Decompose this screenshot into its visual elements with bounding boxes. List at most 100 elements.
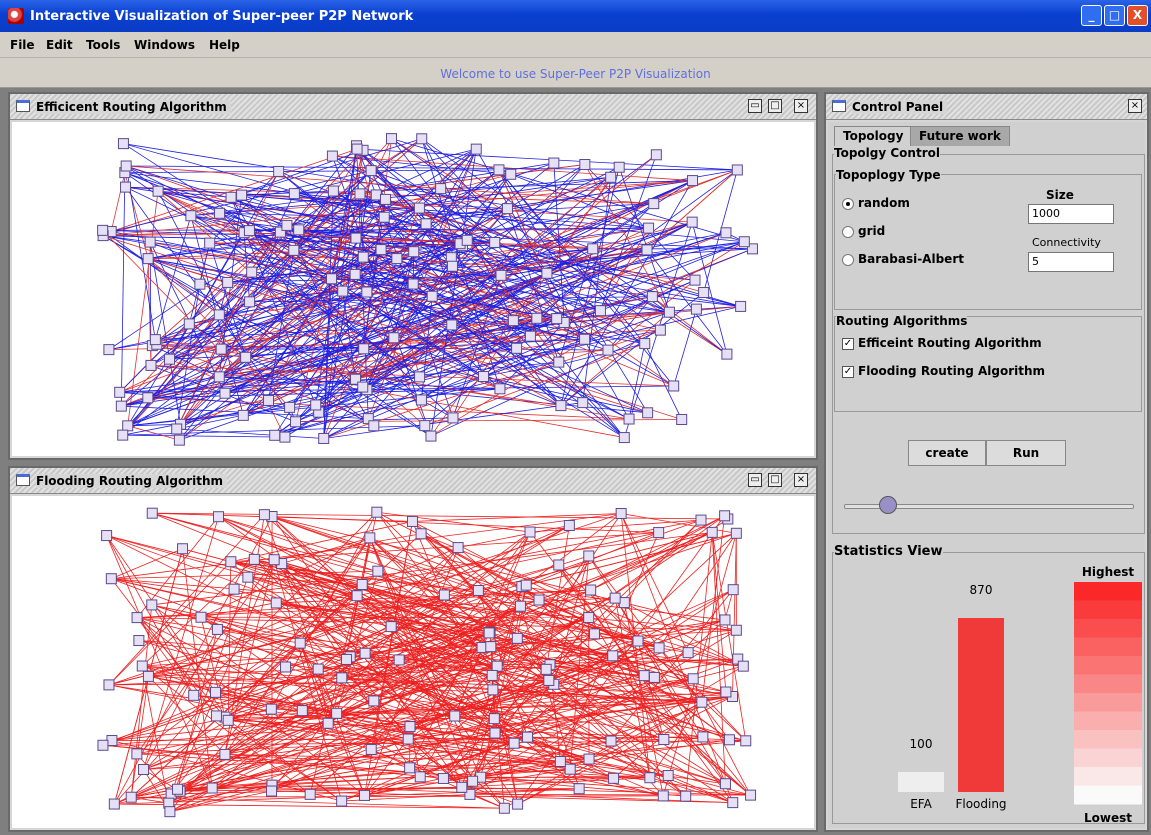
graph-node: [206, 782, 218, 794]
graph-node: [336, 795, 348, 807]
stat-bar-flooding: [958, 618, 1004, 792]
graph-node: [495, 269, 507, 281]
graph-node: [723, 734, 735, 746]
flooding-routing-frame[interactable]: Flooding Routing Algorithm ▭ □ ×: [8, 466, 818, 832]
flooding-routing-checkbox[interactable]: ✓: [842, 366, 854, 378]
menu-help[interactable]: Help: [209, 38, 240, 52]
statistics-view-title: Statistics View: [834, 544, 943, 559]
efficient-routing-checkbox[interactable]: ✓: [842, 338, 854, 350]
graph-node: [467, 775, 479, 787]
minimize-icon[interactable]: ▭: [748, 473, 762, 487]
graph-node: [696, 696, 708, 708]
graph-edge: [272, 516, 659, 533]
graph-node: [447, 412, 459, 424]
close-icon[interactable]: X: [1127, 5, 1148, 26]
graph-node: [402, 733, 414, 745]
welcome-message: Welcome to use Super-Peer P2P Visualizat…: [440, 67, 711, 81]
topology-control-label: Topolgy Control: [834, 146, 940, 160]
graph-node: [194, 278, 206, 290]
efficient-graph-canvas[interactable]: [12, 122, 814, 456]
speed-slider-thumb[interactable]: [878, 496, 897, 514]
graph-node: [654, 324, 666, 336]
graph-node: [607, 650, 619, 662]
radio-grid[interactable]: [842, 226, 854, 238]
tab-topology[interactable]: Topology: [834, 126, 913, 146]
graph-node: [388, 332, 400, 344]
graph-node: [142, 253, 154, 265]
flooding-graph-canvas[interactable]: [12, 496, 814, 828]
efficient-routing-frame[interactable]: Efficicent Routing Algorithm ▭ □ ×: [8, 92, 818, 460]
graph-node: [361, 286, 373, 298]
graph-node: [437, 772, 449, 784]
graph-node: [103, 679, 115, 691]
tab-future-work[interactable]: Future work: [910, 126, 1010, 146]
control-panel-frame[interactable]: Control Panel × Topology Future work Top…: [824, 92, 1149, 832]
graph-node: [730, 624, 742, 636]
graph-node: [687, 175, 699, 187]
efficient-frame-title-bar[interactable]: Efficicent Routing Algorithm ▭ □ ×: [10, 94, 816, 120]
graph-node: [210, 686, 222, 698]
radio-random[interactable]: [842, 198, 854, 210]
menu-tools[interactable]: Tools: [86, 38, 120, 52]
menu-edit[interactable]: Edit: [46, 38, 73, 52]
minimize-icon[interactable]: _: [1081, 5, 1102, 26]
graph-node: [498, 802, 510, 814]
flooding-frame-title-bar[interactable]: Flooding Routing Algorithm ▭ □ ×: [10, 468, 816, 494]
legend-swatch: [1074, 693, 1142, 712]
graph-node: [142, 670, 154, 682]
graph-node: [258, 509, 270, 521]
graph-node: [375, 244, 387, 256]
control-panel-title-bar[interactable]: Control Panel ×: [826, 94, 1147, 120]
graph-node: [573, 783, 585, 795]
graph-node: [364, 532, 376, 544]
graph-node: [358, 343, 370, 355]
graph-node: [404, 721, 416, 733]
menu-windows[interactable]: Windows: [134, 38, 195, 52]
flooding-network-graph: [97, 506, 757, 818]
graph-node: [370, 189, 382, 201]
graph-node: [494, 383, 506, 395]
graph-node: [351, 143, 363, 155]
graph-node: [131, 748, 143, 760]
graph-node: [449, 710, 461, 722]
close-icon[interactable]: ×: [794, 473, 808, 487]
stat-bar-label: EFA: [910, 797, 932, 811]
graph-node: [531, 312, 543, 324]
run-button[interactable]: Run: [986, 440, 1066, 466]
size-field[interactable]: 1000: [1028, 204, 1114, 224]
menu-file[interactable]: File: [10, 38, 35, 52]
graph-node: [407, 278, 419, 290]
graph-node: [452, 542, 464, 554]
graph-node: [487, 684, 499, 696]
graph-node: [489, 236, 501, 248]
graph-edge: [357, 148, 738, 171]
menu-bar: File Edit Tools Windows Help: [0, 32, 1151, 58]
graph-node: [263, 394, 275, 406]
minimize-icon[interactable]: ▭: [748, 99, 762, 113]
graph-node: [349, 268, 361, 280]
close-icon[interactable]: ×: [794, 99, 808, 113]
graph-node: [172, 783, 184, 795]
graph-node: [414, 771, 426, 783]
graph-node: [514, 600, 526, 612]
connectivity-field[interactable]: 5: [1028, 252, 1114, 272]
graph-node: [491, 660, 503, 672]
graph-node: [623, 413, 635, 425]
maximize-icon[interactable]: □: [768, 99, 782, 113]
radio-barabasi-albert[interactable]: [842, 254, 854, 266]
graph-node: [269, 429, 281, 441]
graph-node: [563, 519, 575, 531]
maximize-icon[interactable]: □: [768, 473, 782, 487]
graph-node: [406, 515, 418, 527]
close-icon[interactable]: ×: [1128, 99, 1142, 113]
graph-node: [642, 407, 654, 419]
create-button[interactable]: create: [908, 440, 986, 466]
graph-node: [493, 164, 505, 176]
routing-algorithms-label: Routing Algorithms: [836, 314, 968, 328]
graph-node: [605, 735, 617, 747]
graph-node: [488, 713, 500, 725]
legend-swatch: [1074, 600, 1142, 620]
maximize-icon[interactable]: □: [1104, 5, 1125, 26]
graph-node: [745, 789, 757, 801]
graph-node: [310, 399, 322, 411]
